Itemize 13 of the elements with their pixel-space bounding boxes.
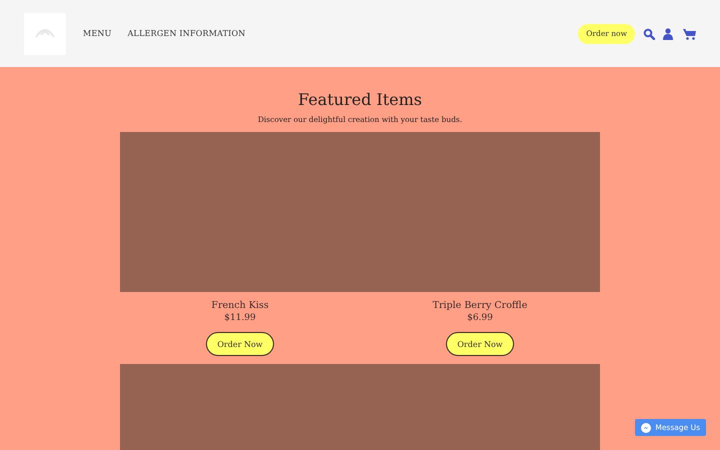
nav-link[interactable]: MENU xyxy=(83,29,112,38)
item-name: Triple Berry Croffle xyxy=(432,300,528,311)
nav-link[interactable]: ALLERGEN INFORMATION xyxy=(128,29,246,38)
item-price: $6.99 xyxy=(467,313,493,323)
section-title: Featured Items xyxy=(296,90,423,109)
user-icon[interactable] xyxy=(663,28,673,40)
messenger-icon xyxy=(641,422,652,432)
item-price: $11.99 xyxy=(224,313,256,323)
order-button[interactable]: Order Now xyxy=(446,332,514,356)
item-name: French Kiss xyxy=(211,300,269,311)
search-icon[interactable] xyxy=(643,28,655,40)
order-button[interactable]: Order Now xyxy=(206,332,274,356)
cart-icon[interactable] xyxy=(683,28,696,40)
